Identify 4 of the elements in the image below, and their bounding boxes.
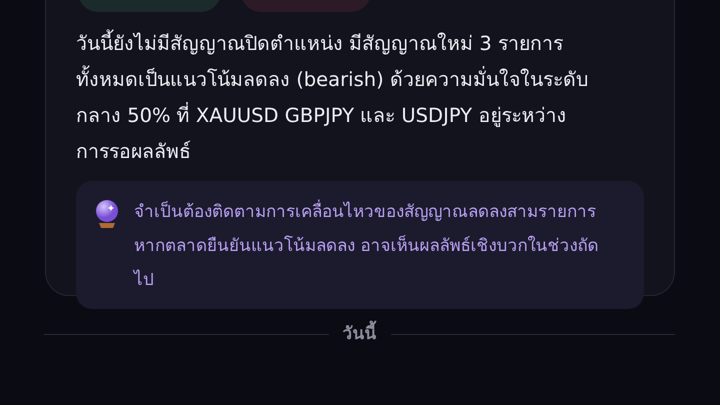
crystal-ball-icon — [94, 199, 120, 229]
date-label: วันนี้ — [342, 320, 376, 348]
insight-text: จำเป็นต้องติดตามการเคลื่อนไหวของสัญญาณลดลงสามรายการ หากตลาดยืนยันแนวโน้มลดลง อาจเห็นผลลัพธ์เชิงบวกในช่วงถัดไป — [134, 195, 614, 297]
summary-text: วันนี้ยังไม่มีสัญญาณปิดตำแหน่ง มีสัญญาณใหม่ 3 รายการทั้งหมดเป็นแนวโน้มลดลง (bearish) ด้วยความมั่นใจในระดับกลาง 50% ที่ XAUUSD GBPJPY และ USDJPY อยู่ระหว่างการรอผลลัพธ์ — [76, 26, 596, 170]
